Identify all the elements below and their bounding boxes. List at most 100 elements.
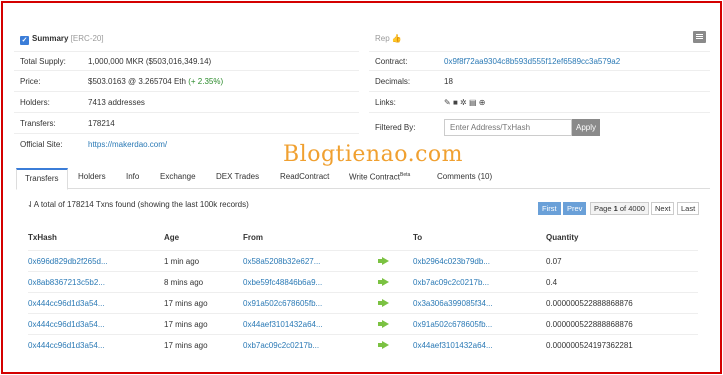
tx-age: 17 mins ago	[164, 320, 208, 329]
tx-quantity: 0.000000524197362281	[546, 341, 633, 350]
tx-age: 1 min ago	[164, 257, 200, 266]
rep-header: Rep 👍	[375, 34, 402, 43]
tx-from-link[interactable]: 0xbe59fc48846b6a9...	[243, 272, 322, 293]
apply-button[interactable]: Apply	[572, 119, 600, 136]
price-value: $503.0163 @ 3.265704 Eth (+ 2.35%)	[88, 72, 223, 92]
contract-label: Contract:	[375, 57, 408, 66]
filter-row: Filtered By: Apply	[369, 114, 710, 142]
decimals-row: Decimals: 18	[369, 72, 710, 92]
tx-quantity: 0.000000522888868876	[546, 320, 633, 329]
arrow-right-icon	[378, 251, 389, 272]
price-label: Price:	[20, 77, 41, 86]
tx-to-link[interactable]: 0x44aef3101432a64...	[413, 335, 493, 356]
col-txhash: TxHash	[28, 233, 57, 242]
total-pages: 4000	[628, 204, 645, 213]
summary-header: ✓ Summary [ERC-20]	[20, 34, 104, 45]
links-label: Links:	[375, 98, 396, 107]
col-age: Age	[164, 233, 180, 242]
table-row: 0x444cc96d1d3a54... 17 mins ago 0x44aef3…	[28, 313, 698, 334]
holders-label: Holders:	[20, 98, 50, 107]
tx-quantity: 0.07	[546, 257, 562, 266]
prev-page-button[interactable]: Prev	[563, 202, 587, 215]
menu-button[interactable]	[693, 31, 706, 43]
tx-to-link[interactable]: 0xb7ac09c2c0217b...	[413, 272, 489, 293]
tab-holders[interactable]: Holders	[78, 172, 106, 181]
col-from: From	[243, 233, 263, 242]
decimals-value: 18	[444, 77, 453, 86]
tab-write-contract[interactable]: Write ContractBeta	[349, 172, 410, 182]
arrow-right-icon	[378, 314, 389, 335]
transfers-value: 178214	[88, 119, 115, 128]
tx-to-link[interactable]: 0x91a502c678605fb...	[413, 314, 492, 335]
price-text: $503.0163 @ 3.265704 Eth	[88, 77, 186, 86]
tx-to-link[interactable]: 0x3a306a399085f34...	[413, 293, 493, 314]
tx-hash-link[interactable]: 0x444cc96d1d3a54...	[28, 335, 105, 356]
arrow-right-icon	[378, 293, 389, 314]
thumbs-up-icon: 👍	[391, 34, 402, 43]
contract-address-link[interactable]: 0x9f8f72aa9304c8b593d555f12ef6589cc3a579…	[444, 52, 620, 72]
official-site-label: Official Site:	[20, 140, 63, 149]
tx-hash-link[interactable]: 0x696d829db2f265d...	[28, 251, 108, 272]
first-page-button[interactable]: First	[538, 202, 561, 215]
tx-from-link[interactable]: 0x58a5208b32e627...	[243, 251, 320, 272]
table-header: TxHash Age From To Quantity	[28, 233, 698, 249]
tab-comments[interactable]: Comments (10)	[437, 172, 492, 181]
tab-info[interactable]: Info	[126, 172, 139, 181]
price-row: Price: $503.0163 @ 3.265704 Eth (+ 2.35%…	[14, 72, 359, 92]
tab-bar: Transfers Holders Info Exchange DEX Trad…	[16, 166, 710, 190]
next-page-button[interactable]: Next	[651, 202, 675, 215]
filter-input[interactable]	[444, 119, 572, 136]
transfers-row: Transfers: 178214	[14, 114, 359, 134]
transfers-label: Transfers:	[20, 119, 56, 128]
official-site-link[interactable]: https://makerdao.com/	[88, 135, 167, 155]
txns-summary: ⇃A total of 178214 Txns found (showing t…	[27, 200, 249, 209]
table-row: 0x444cc96d1d3a54... 17 mins ago 0xb7ac09…	[28, 334, 698, 355]
arrow-right-icon	[378, 335, 389, 356]
beta-badge: Beta	[399, 172, 411, 178]
sort-icon: ⇃	[27, 200, 34, 209]
filter-label: Filtered By:	[375, 123, 416, 132]
tx-from-link[interactable]: 0x44aef3101432a64...	[243, 314, 323, 335]
tx-age: 8 mins ago	[164, 278, 204, 287]
tx-to-link[interactable]: 0xb2964c023b79db...	[413, 251, 490, 272]
summary-panel: ✓ Summary [ERC-20] Total Supply: 1,000,00…	[14, 28, 359, 158]
holders-row: Holders: 7413 addresses	[14, 93, 359, 113]
watermark: Blogtienao.com	[283, 142, 463, 167]
contract-row: Contract: 0x9f8f72aa9304c8b593d555f12ef6…	[369, 51, 710, 71]
summary-title: Summary	[32, 34, 69, 43]
total-supply-label: Total Supply:	[20, 57, 66, 66]
txns-summary-text: A total of 178214 Txns found (showing th…	[33, 200, 249, 209]
list-icon	[696, 34, 703, 35]
page-text: Page	[594, 204, 612, 213]
table-row: 0x696d829db2f265d... 1 min ago 0x58a5208…	[28, 250, 698, 271]
contract-panel: Rep 👍 Contract: 0x9f8f72aa9304c8b593d555…	[369, 28, 710, 158]
edit-icon[interactable]: ✎	[444, 98, 451, 107]
links-row: Links: ✎ ■ ✲ ▤ ⊕	[369, 93, 710, 113]
social-icon[interactable]: ■	[453, 98, 458, 107]
page-indicator: Page 1 of 4000	[590, 202, 649, 215]
holders-value: 7413 addresses	[88, 98, 145, 107]
col-to: To	[413, 233, 423, 242]
tx-from-link[interactable]: 0xb7ac09c2c0217b...	[243, 335, 319, 356]
decimals-label: Decimals:	[375, 77, 411, 86]
table-row: 0x444cc96d1d3a54... 17 mins ago 0x91a502…	[28, 292, 698, 313]
tx-hash-link[interactable]: 0x8ab8367213c5b2...	[28, 272, 105, 293]
tab-dex-trades[interactable]: DEX Trades	[216, 172, 259, 181]
arrow-right-icon	[378, 272, 389, 293]
tx-hash-link[interactable]: 0x444cc96d1d3a54...	[28, 293, 105, 314]
tab-exchange[interactable]: Exchange	[160, 172, 196, 181]
table-row: 0x8ab8367213c5b2... 8 mins ago 0xbe59fc4…	[28, 271, 698, 292]
tx-age: 17 mins ago	[164, 341, 208, 350]
tab-transfers[interactable]: Transfers	[16, 168, 68, 190]
page-frame: ✓ Summary [ERC-20] Total Supply: 1,000,00…	[1, 1, 722, 374]
tx-from-link[interactable]: 0x91a502c678605fb...	[243, 293, 322, 314]
globe-icon[interactable]: ⊕	[479, 98, 486, 107]
last-page-button[interactable]: Last	[677, 202, 700, 215]
tab-read-contract[interactable]: ReadContract	[280, 172, 329, 181]
tx-age: 17 mins ago	[164, 299, 208, 308]
settings-icon[interactable]: ✲	[460, 98, 467, 107]
tx-hash-link[interactable]: 0x444cc96d1d3a54...	[28, 314, 105, 335]
of-text: of	[619, 204, 627, 213]
social-links: ✎ ■ ✲ ▤ ⊕	[444, 93, 485, 113]
document-icon[interactable]: ▤	[469, 98, 477, 107]
